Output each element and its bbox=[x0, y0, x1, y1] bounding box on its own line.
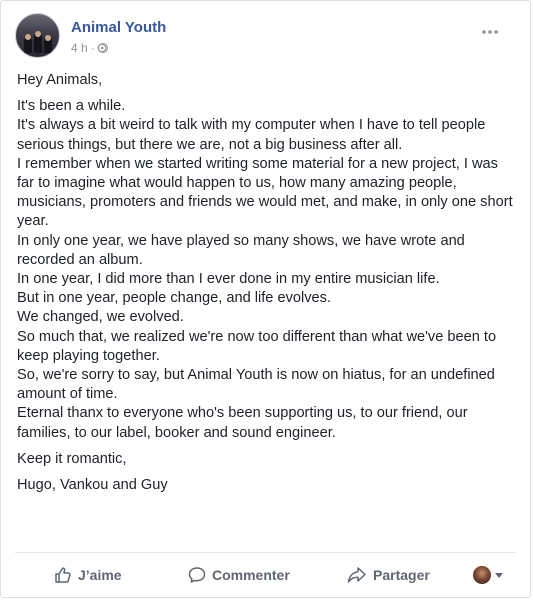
post-as-selector[interactable] bbox=[473, 557, 503, 593]
post-header: Animal Youth 4 h · bbox=[15, 13, 515, 61]
comment-button[interactable]: Commenter bbox=[188, 557, 290, 593]
post-card: Animal Youth 4 h · Hey Animals, It's bee… bbox=[0, 0, 531, 598]
post-line: We changed, we evolved. bbox=[17, 309, 184, 326]
globe-icon[interactable] bbox=[97, 43, 108, 53]
post-line: Eternal thanx to everyone who's been sup… bbox=[17, 405, 468, 441]
share-button[interactable]: Partager bbox=[347, 557, 430, 593]
profile-avatar bbox=[473, 566, 491, 584]
post-paragraph: It's been a while. It's always a bit wei… bbox=[17, 97, 517, 443]
action-bar: J’aime Commenter Partager bbox=[1, 557, 532, 595]
post-line: But in one year, people change, and life… bbox=[17, 290, 331, 307]
post-greeting: Hey Animals, bbox=[17, 72, 103, 88]
post-closing: Keep it romantic, bbox=[17, 450, 127, 467]
post-line: In only one year, we have played so many… bbox=[17, 232, 465, 268]
comment-icon bbox=[188, 566, 206, 584]
thumbs-up-icon bbox=[54, 566, 72, 584]
comment-label: Commenter bbox=[212, 567, 290, 583]
page-name-link[interactable]: Animal Youth bbox=[71, 19, 166, 36]
post-meta: 4 h · bbox=[71, 41, 108, 55]
post-line: It's always a bit weird to talk with my … bbox=[17, 117, 486, 153]
post-signature: Hugo, Vankou and Guy bbox=[17, 477, 168, 494]
actions-divider bbox=[15, 552, 516, 553]
post-line: So, we're sorry to say, but Animal Youth… bbox=[17, 367, 495, 403]
more-options-icon[interactable] bbox=[481, 27, 499, 35]
avatar-head bbox=[25, 34, 31, 40]
post-timestamp[interactable]: 4 h bbox=[71, 41, 88, 55]
share-arrow-icon bbox=[347, 566, 367, 584]
post-line: It's been a while. bbox=[17, 98, 126, 115]
like-button[interactable]: J’aime bbox=[54, 557, 122, 593]
page-avatar[interactable] bbox=[15, 13, 60, 58]
avatar-head bbox=[35, 31, 41, 37]
meta-separator: · bbox=[90, 41, 95, 55]
post-line: I remember when we started writing some … bbox=[17, 155, 513, 230]
avatar-head bbox=[45, 35, 51, 41]
like-label: J’aime bbox=[78, 567, 122, 583]
chevron-down-icon bbox=[495, 572, 503, 578]
post-line: In one year, I did more than I ever done… bbox=[17, 271, 440, 288]
post-line: So much that, we realized we're now too … bbox=[17, 328, 497, 364]
share-label: Partager bbox=[373, 567, 430, 583]
post-body: Hey Animals, It's been a while. It's alw… bbox=[17, 71, 517, 495]
